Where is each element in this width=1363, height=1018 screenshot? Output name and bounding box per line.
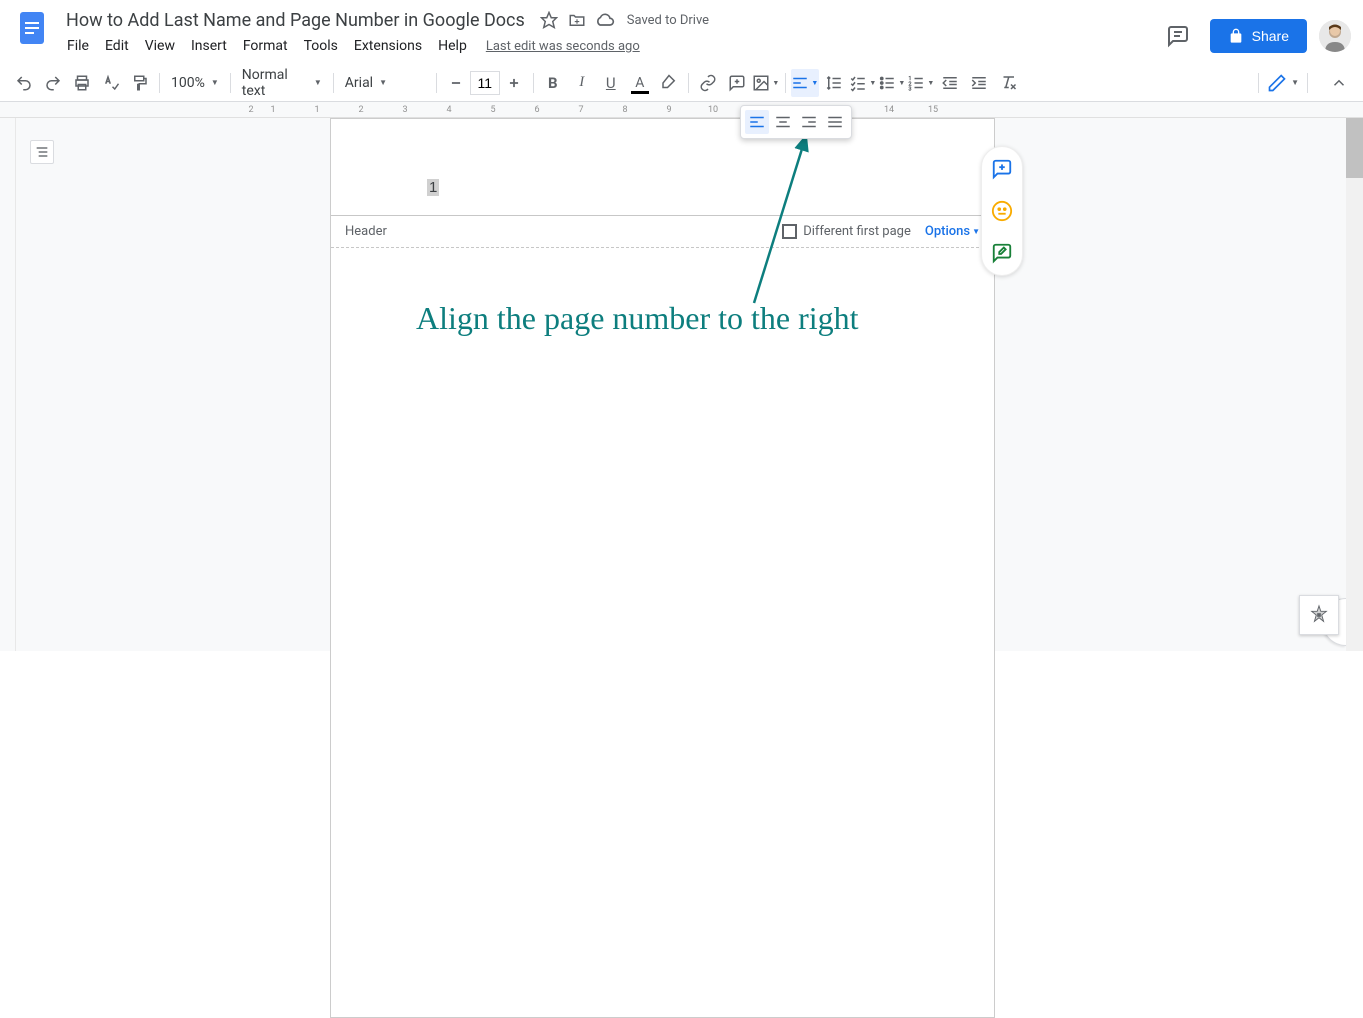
emoji-reaction-icon[interactable] <box>988 197 1016 225</box>
explore-button[interactable] <box>1299 595 1339 635</box>
menu-help[interactable]: Help <box>431 34 474 58</box>
zoom-select[interactable]: 100%▼ <box>165 69 225 97</box>
header-options-bar: Header Different first page Options▼ <box>331 215 994 248</box>
font-size-control <box>442 69 528 97</box>
comments-history-icon[interactable] <box>1158 16 1198 56</box>
align-center-option[interactable] <box>771 110 795 134</box>
share-button[interactable]: Share <box>1210 19 1307 53</box>
link-button[interactable] <box>694 69 722 97</box>
page-number[interactable]: 1 <box>427 179 439 196</box>
text-color-button[interactable]: A <box>626 69 654 97</box>
undo-button[interactable] <box>10 69 38 97</box>
menu-view[interactable]: View <box>138 34 182 58</box>
editor-area: 1 Header Different first page Options▼ <box>0 118 1363 651</box>
style-select[interactable]: Normal text▼ <box>236 69 328 97</box>
print-button[interactable] <box>68 69 96 97</box>
checklist-button[interactable]: ▼ <box>849 69 877 97</box>
line-spacing-button[interactable] <box>820 69 848 97</box>
comment-side-panel <box>981 146 1023 276</box>
header-label: Header <box>345 224 387 239</box>
highlight-button[interactable] <box>655 69 683 97</box>
doc-title[interactable]: How to Add Last Name and Page Number in … <box>60 8 531 33</box>
docs-logo[interactable] <box>12 8 52 48</box>
move-icon[interactable] <box>567 10 587 30</box>
document-page[interactable]: 1 Header Different first page Options▼ <box>330 118 995 1018</box>
menubar: File Edit View Insert Format Tools Exten… <box>60 34 1158 58</box>
italic-button[interactable]: I <box>568 69 596 97</box>
paint-format-button[interactable] <box>126 69 154 97</box>
font-size-increase[interactable] <box>500 69 528 97</box>
menu-insert[interactable]: Insert <box>184 34 234 58</box>
indent-decrease-button[interactable] <box>936 69 964 97</box>
horizontal-ruler[interactable]: 21123456789101112131415 <box>0 102 1363 118</box>
menu-format[interactable]: Format <box>236 34 295 58</box>
header-options-link[interactable]: Options▼ <box>925 224 980 239</box>
title-area: How to Add Last Name and Page Number in … <box>60 8 1158 58</box>
toolbar: 100%▼ Normal text▼ Arial▼ B I U A ▼ ▼ ▼ … <box>0 64 1363 102</box>
spellcheck-button[interactable] <box>97 69 125 97</box>
numbered-list-button[interactable]: 123▼ <box>907 69 935 97</box>
add-comment-icon[interactable] <box>988 155 1016 183</box>
last-edit-link[interactable]: Last edit was seconds ago <box>486 39 640 54</box>
font-select[interactable]: Arial▼ <box>339 69 431 97</box>
indent-increase-button[interactable] <box>965 69 993 97</box>
font-size-decrease[interactable] <box>442 69 470 97</box>
pen-icon <box>1267 73 1287 93</box>
font-size-input[interactable] <box>470 71 500 95</box>
underline-button[interactable]: U <box>597 69 625 97</box>
redo-button[interactable] <box>39 69 67 97</box>
outline-button[interactable] <box>30 140 54 164</box>
comment-button[interactable] <box>723 69 751 97</box>
account-avatar[interactable] <box>1319 20 1351 52</box>
menu-edit[interactable]: Edit <box>98 34 136 58</box>
share-label: Share <box>1252 28 1289 44</box>
vertical-ruler[interactable] <box>0 118 16 651</box>
hide-menus-button[interactable] <box>1325 69 1353 97</box>
page-header-zone[interactable]: 1 <box>331 119 994 215</box>
app-header: How to Add Last Name and Page Number in … <box>0 0 1363 64</box>
clear-format-button[interactable] <box>994 69 1022 97</box>
vertical-scrollbar[interactable] <box>1346 118 1363 651</box>
saved-status: Saved to Drive <box>627 13 709 28</box>
cloud-saved-icon[interactable] <box>595 10 615 30</box>
svg-text:3: 3 <box>909 86 912 92</box>
star-icon[interactable] <box>539 10 559 30</box>
bold-button[interactable]: B <box>539 69 567 97</box>
lock-icon <box>1228 28 1244 44</box>
image-button[interactable]: ▼ <box>752 69 780 97</box>
suggest-edits-icon[interactable] <box>988 239 1016 267</box>
align-left-option[interactable] <box>745 110 769 134</box>
annotation-arrow <box>744 128 824 308</box>
menu-tools[interactable]: Tools <box>297 34 345 58</box>
align-popup <box>740 105 852 139</box>
annotation-text: Align the page number to the right <box>416 300 859 337</box>
align-justify-option[interactable] <box>823 110 847 134</box>
align-right-option[interactable] <box>797 110 821 134</box>
align-button[interactable]: ▼ <box>791 69 819 97</box>
editing-mode-select[interactable]: ▼ <box>1250 71 1316 95</box>
bullet-list-button[interactable]: ▼ <box>878 69 906 97</box>
menu-extensions[interactable]: Extensions <box>347 34 429 58</box>
menu-file[interactable]: File <box>60 34 96 58</box>
